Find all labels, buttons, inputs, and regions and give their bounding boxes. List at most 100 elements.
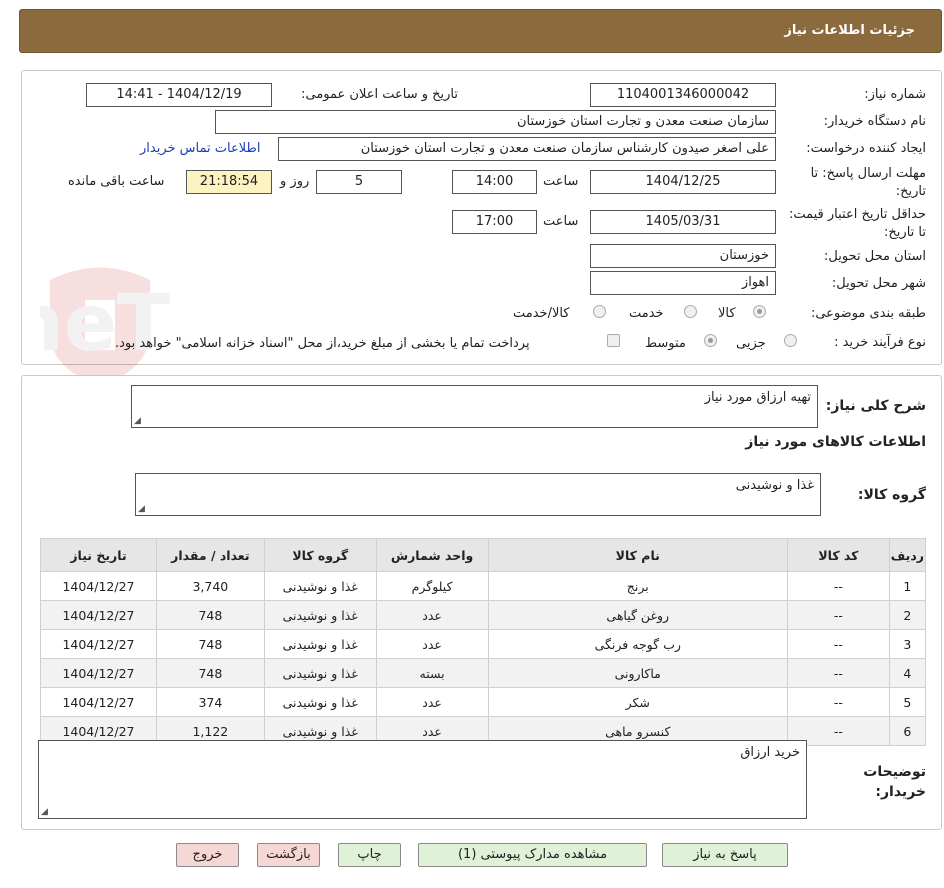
table-row: 5 -- شکر عدد غذا و نوشیدنی 374 1404/12/2… <box>40 687 927 717</box>
table-header-row: ردیف کد کالا نام کالا واحد شمارش گروه کا… <box>40 538 927 572</box>
process-minor-label: جزیی <box>736 336 766 351</box>
table-row: 3 -- رب گوجه فرنگی عدد غذا و نوشیدنی 748… <box>40 629 927 659</box>
cell-unit: کیلوگرم <box>375 571 489 601</box>
buyer-org-label: نام دستگاه خریدار: <box>823 114 926 129</box>
col-header-date: تاریخ نیاز <box>40 538 157 572</box>
need-number-label: شماره نیاز: <box>864 87 926 102</box>
buyer-contact-link[interactable]: اطلاعات تماس خریدار <box>140 141 260 156</box>
cell-code: -- <box>786 600 890 630</box>
cell-date: 1404/12/27 <box>40 571 157 601</box>
cell-quantity: 374 <box>155 687 265 717</box>
cell-group: غذا و نوشیدنی <box>263 658 377 688</box>
watermark-logo: AriaTender.neT <box>0 250 600 394</box>
category-goods-label: کالا <box>718 306 736 321</box>
col-header-row-number: ردیف <box>888 538 927 572</box>
goods-group-text: غذا و نوشیدنی <box>735 478 814 493</box>
goods-group-textarea[interactable]: غذا و نوشیدنی ◢ <box>135 473 821 516</box>
deadline-time-field: 14:00 <box>452 170 537 194</box>
col-header-unit: واحد شمارش <box>375 538 489 572</box>
process-radio-medium[interactable] <box>704 334 717 347</box>
process-label: نوع فرآیند خرید : <box>834 335 926 350</box>
summary-textarea[interactable]: تهیه ارزاق مورد نیاز ◢ <box>131 385 818 428</box>
col-header-name: نام کالا <box>487 538 788 572</box>
col-header-group: گروه کالا <box>263 538 377 572</box>
cell-unit: عدد <box>375 629 489 659</box>
buyer-notes-text: خرید ارزاق <box>740 745 800 760</box>
print-button[interactable]: چاپ <box>338 843 401 867</box>
cell-code: -- <box>786 687 890 717</box>
remaining-label: ساعت باقی مانده <box>68 174 165 189</box>
province-field: خوزستان <box>590 244 776 268</box>
cell-date: 1404/12/27 <box>40 687 157 717</box>
cell-group: غذا و نوشیدنی <box>263 600 377 630</box>
cell-group: غذا و نوشیدنی <box>263 629 377 659</box>
cell-date: 1404/12/27 <box>40 629 157 659</box>
cell-unit: عدد <box>375 687 489 717</box>
summary-label: شرح کلی نیاز: <box>825 398 926 414</box>
cell-row-number: 2 <box>888 600 927 630</box>
goods-section-title: اطلاعات کالاهای مورد نیاز <box>745 434 926 450</box>
category-radio-service[interactable] <box>684 305 697 318</box>
deadline-label: مهلت ارسال پاسخ: تا تاریخ: <box>810 166 926 199</box>
deadline-time-label: ساعت <box>543 174 579 189</box>
buyer-notes-textarea[interactable]: خرید ارزاق ◢ <box>38 740 807 819</box>
buyer-org-field: سازمان صنعت معدن و تجارت استان خوزستان <box>215 110 776 134</box>
province-label: استان محل تحویل: <box>824 249 926 264</box>
days-label: روز و <box>280 174 310 189</box>
category-goods-service-label: کالا/خدمت <box>513 306 570 321</box>
resize-grip-icon[interactable]: ◢ <box>41 807 48 817</box>
cell-code: -- <box>786 571 890 601</box>
watermark-text: AriaTender.neT <box>40 279 170 369</box>
goods-group-label: گروه کالا: <box>857 487 926 503</box>
cell-unit: بسته <box>375 658 489 688</box>
cell-group: غذا و نوشیدنی <box>263 687 377 717</box>
cell-name: برنج <box>487 571 788 601</box>
days-field: 5 <box>316 170 402 194</box>
deadline-date-field: 1404/12/25 <box>590 170 776 194</box>
city-field: اهواز <box>590 271 776 295</box>
requester-field: علی اصغر صیدون کارشناس سازمان صنعت معدن … <box>278 137 776 161</box>
resize-grip-icon[interactable]: ◢ <box>138 504 145 514</box>
col-header-code: کد کالا <box>786 538 890 572</box>
cell-quantity: 3,740 <box>155 571 265 601</box>
city-label: شهر محل تحویل: <box>831 276 926 291</box>
cell-quantity: 748 <box>155 629 265 659</box>
items-table: ردیف کد کالا نام کالا واحد شمارش گروه کا… <box>40 538 927 746</box>
need-number-field: 1104001346000042 <box>590 83 776 107</box>
cell-row-number: 5 <box>888 687 927 717</box>
process-medium-label: متوسط <box>645 336 686 351</box>
table-row: 1 -- برنج کیلوگرم غذا و نوشیدنی 3,740 14… <box>40 571 927 601</box>
col-header-quantity: تعداد / مقدار <box>155 538 265 572</box>
cell-date: 1404/12/27 <box>40 658 157 688</box>
back-button[interactable]: بازگشت <box>257 843 320 867</box>
cell-unit: عدد <box>375 600 489 630</box>
attachments-button[interactable]: مشاهده مدارک پیوستی (1) <box>418 843 647 867</box>
payment-note: پرداخت تمام یا بخشی از مبلغ خرید،از محل … <box>115 336 530 351</box>
treasury-payment-checkbox[interactable] <box>607 334 620 347</box>
cell-name: شکر <box>487 687 788 717</box>
requester-label: ایجاد کننده درخواست: <box>806 141 926 156</box>
summary-text: تهیه ارزاق مورد نیاز <box>704 390 811 405</box>
category-service-label: خدمت <box>629 306 664 321</box>
category-radio-goods[interactable] <box>753 305 766 318</box>
exit-button[interactable]: خروج <box>176 843 239 867</box>
buyer-notes-label: توضیحات خریدار: <box>863 764 926 800</box>
process-radio-minor[interactable] <box>784 334 797 347</box>
remaining-time-field: 21:18:54 <box>186 170 272 194</box>
cell-code: -- <box>786 658 890 688</box>
validity-date-field: 1405/03/31 <box>590 210 776 234</box>
reply-button[interactable]: پاسخ به نیاز <box>662 843 788 867</box>
resize-grip-icon[interactable]: ◢ <box>134 416 141 426</box>
page-header: جزئیات اطلاعات نیاز <box>19 9 942 53</box>
cell-row-number: 4 <box>888 658 927 688</box>
announce-label: تاریخ و ساعت اعلان عمومی: <box>301 87 458 102</box>
cell-code: -- <box>786 629 890 659</box>
category-radio-goods-service[interactable] <box>593 305 606 318</box>
validity-time-label: ساعت <box>543 214 579 229</box>
cell-row-number: 3 <box>888 629 927 659</box>
cell-group: غذا و نوشیدنی <box>263 571 377 601</box>
cell-name: ماکارونی <box>487 658 788 688</box>
items-table-container: ردیف کد کالا نام کالا واحد شمارش گروه کا… <box>40 538 927 746</box>
cell-row-number: 1 <box>888 571 927 601</box>
cell-quantity: 748 <box>155 600 265 630</box>
